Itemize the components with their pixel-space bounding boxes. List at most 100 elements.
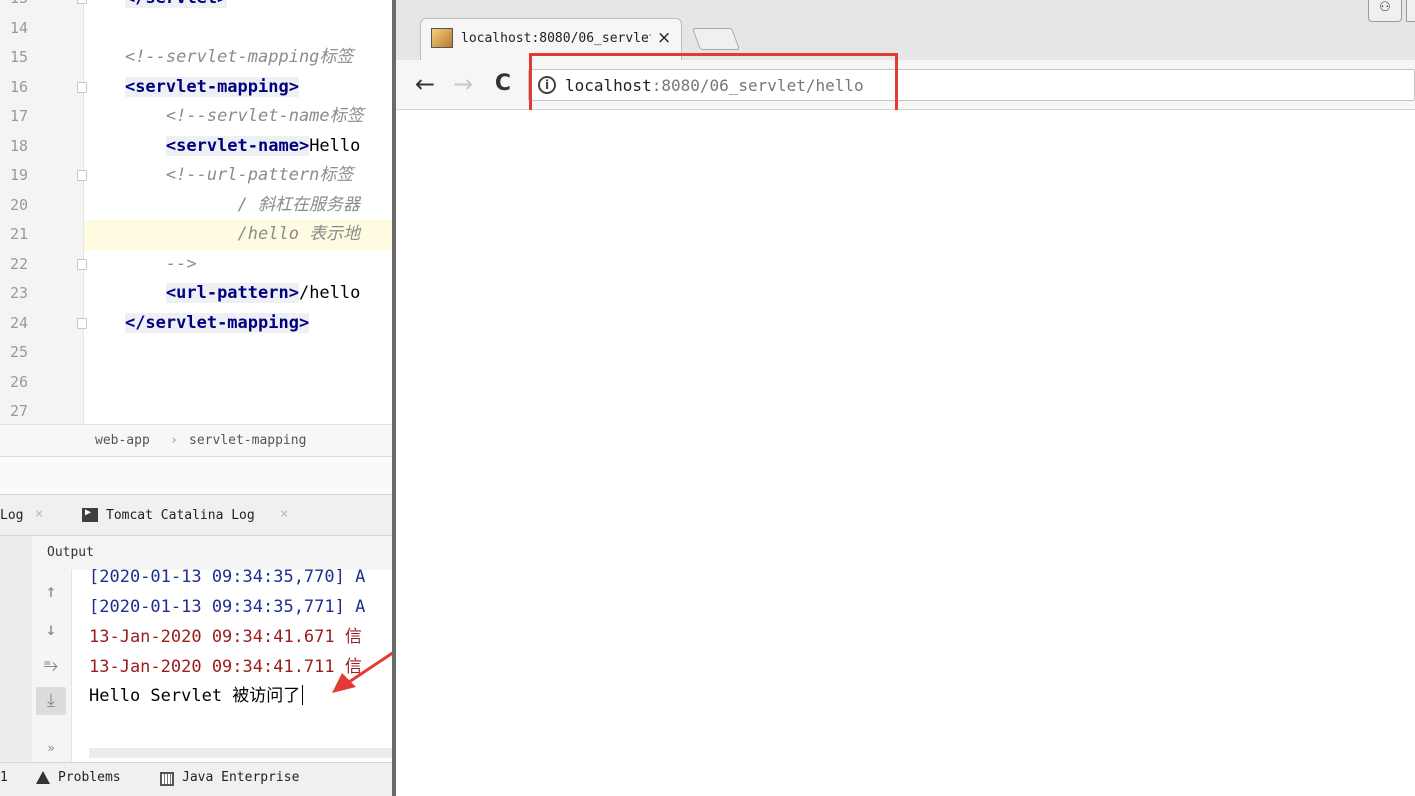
- panel-divider: [0, 456, 392, 494]
- xml-tag: </servlet-mapping>: [124, 312, 310, 333]
- back-button[interactable]: ←: [410, 70, 440, 98]
- breadcrumb-leaf[interactable]: servlet-mapping: [189, 433, 306, 448]
- line-number: 23: [10, 284, 29, 302]
- xml-text: Hello: [309, 135, 361, 156]
- url-highlight-box: [529, 53, 898, 116]
- down-arrow-icon[interactable]: ↓: [36, 616, 66, 644]
- tab-tomcat-catalina-log[interactable]: Tomcat Catalina Log: [106, 508, 255, 523]
- output-line: [2020-01-13 09:34:35,770] A: [89, 567, 366, 587]
- text-caret: [302, 685, 304, 705]
- gutter-line: 26: [0, 368, 84, 398]
- code-line[interactable]: <!--servlet-mapping标签: [84, 43, 392, 73]
- code-line[interactable]: <!--servlet-name标签: [84, 102, 392, 132]
- code-line[interactable]: /hello 表示地: [84, 220, 392, 250]
- gutter-line: 23: [0, 279, 84, 309]
- output-header: Output: [0, 536, 392, 570]
- code-line[interactable]: <servlet-name>Hello: [84, 132, 392, 162]
- status-number[interactable]: 1: [0, 770, 8, 785]
- breadcrumb: web-app › servlet-mapping: [0, 424, 392, 456]
- horizontal-scrollbar[interactable]: [89, 748, 392, 758]
- gutter-line: 27: [0, 397, 84, 427]
- reload-button[interactable]: C: [488, 70, 518, 98]
- breadcrumb-separator: ›: [170, 433, 178, 448]
- line-number: 25: [10, 343, 29, 361]
- close-icon[interactable]: ×: [657, 28, 671, 48]
- tab-java-enterprise[interactable]: Java Enterprise: [182, 770, 299, 785]
- code-area[interactable]: </servlet> <!--servlet-mapping标签 <servle…: [84, 0, 392, 424]
- close-icon[interactable]: ×: [35, 506, 43, 522]
- breadcrumb-root[interactable]: web-app: [95, 433, 150, 448]
- profile-icon[interactable]: ⚇: [1368, 0, 1402, 22]
- page-content[interactable]: [396, 110, 1415, 796]
- code-editor[interactable]: 13 14 15 16 17 18 19 20 21 22 23 24 25 26 27 </servlet…: [0, 0, 392, 424]
- java-enterprise-icon: [160, 772, 174, 786]
- xml-tag: <url-pattern>: [165, 283, 299, 303]
- code-line[interactable]: [84, 368, 392, 398]
- gutter-line: 22: [0, 250, 87, 280]
- code-line[interactable]: -->: [84, 250, 392, 280]
- line-number: 15: [10, 48, 29, 66]
- code-line[interactable]: [84, 338, 392, 368]
- output-title: Output: [47, 545, 94, 560]
- window-control-button[interactable]: [1406, 0, 1415, 22]
- xml-comment: <!--servlet-name标签: [165, 106, 364, 126]
- line-number: 13: [10, 0, 28, 7]
- xml-comment: <!--url-pattern标签: [165, 165, 354, 185]
- tab-log[interactable]: Log: [0, 508, 23, 523]
- code-line[interactable]: <servlet-mapping>: [84, 73, 392, 103]
- line-number: 16: [10, 77, 29, 96]
- code-line[interactable]: [84, 14, 392, 44]
- code-line[interactable]: [84, 397, 392, 427]
- tab-title: localhost:8080/06_servlet/hello: [461, 31, 651, 46]
- gutter-line: 18: [0, 132, 84, 162]
- output-line: Hello Servlet 被访问了: [89, 685, 304, 707]
- close-icon[interactable]: ×: [280, 506, 288, 522]
- output-left-strip: [0, 570, 32, 762]
- new-tab-button[interactable]: [691, 28, 741, 50]
- gutter-line: 20: [0, 191, 84, 221]
- tab-problems[interactable]: Problems: [58, 770, 121, 785]
- soft-wrap-icon[interactable]: ⥱: [36, 652, 66, 680]
- line-number: 27: [10, 402, 29, 420]
- bottom-tool-bar: 1 Problems Java Enterprise: [0, 762, 392, 796]
- gutter-line: 16: [0, 73, 87, 103]
- line-number: 19: [10, 166, 29, 184]
- browser-window: localhost:8080/06_servlet/hello × ⚇ ← → …: [392, 0, 1415, 796]
- code-line[interactable]: <!--url-pattern标签: [84, 161, 392, 191]
- code-line[interactable]: </servlet>: [84, 0, 392, 14]
- warning-icon: [36, 771, 50, 784]
- up-arrow-icon[interactable]: ↑: [36, 578, 66, 606]
- gutter-line: 15: [0, 43, 84, 73]
- console-icon: [82, 507, 98, 522]
- gutter-line: 21: [0, 220, 116, 250]
- output-side-strip: [0, 536, 32, 570]
- tomcat-favicon-icon: [431, 28, 453, 48]
- line-number: 24: [10, 313, 29, 332]
- forward-button[interactable]: →: [448, 70, 478, 98]
- code-line[interactable]: </servlet-mapping>: [84, 309, 392, 339]
- code-line[interactable]: / 斜杠在服务器: [84, 191, 392, 221]
- line-number: 26: [10, 372, 29, 391]
- code-line[interactable]: <url-pattern>/hello: [84, 279, 392, 309]
- tool-window-tabs: Log × Tomcat Catalina Log ×: [0, 494, 392, 536]
- scroll-to-end-icon[interactable]: ⤓: [36, 687, 66, 715]
- line-number: 14: [10, 18, 29, 37]
- line-number: 17: [10, 107, 29, 125]
- line-number: 21: [10, 225, 29, 243]
- more-icon[interactable]: »: [36, 734, 66, 762]
- browser-tab-strip: localhost:8080/06_servlet/hello × ⚇: [396, 0, 1415, 60]
- xml-comment: / 斜杠在服务器: [237, 194, 361, 215]
- output-toolbar: ↑ ↓ ⥱ ⤓ »: [32, 570, 72, 762]
- xml-text: /hello: [298, 283, 361, 303]
- gutter-line: 24: [0, 309, 87, 339]
